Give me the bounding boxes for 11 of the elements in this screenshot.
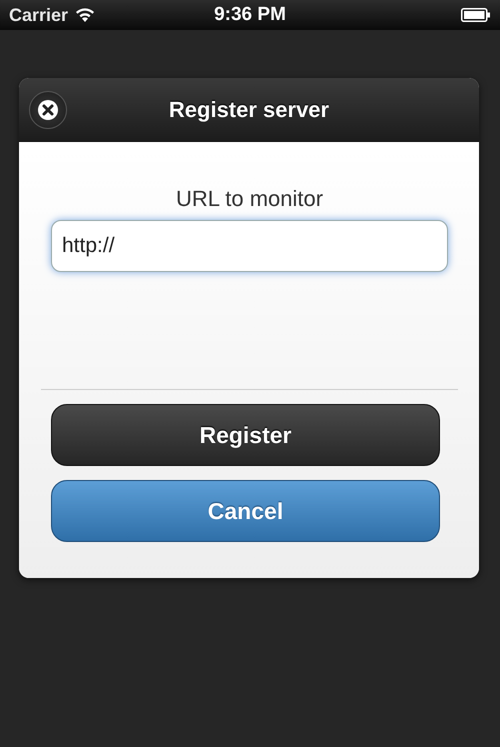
field-label: URL to monitor	[176, 186, 324, 212]
dialog-title: Register server	[168, 96, 330, 122]
close-button[interactable]	[29, 91, 67, 129]
carrier-name: Carrier	[9, 4, 68, 26]
cancel-button[interactable]: Cancel	[51, 480, 440, 542]
close-icon	[38, 100, 58, 120]
register-button[interactable]: Register	[51, 404, 440, 466]
wifi-icon	[74, 7, 96, 23]
url-field[interactable]: http://	[51, 220, 448, 272]
clock-time: 9:36 PM	[214, 4, 286, 26]
battery-icon	[461, 8, 491, 22]
